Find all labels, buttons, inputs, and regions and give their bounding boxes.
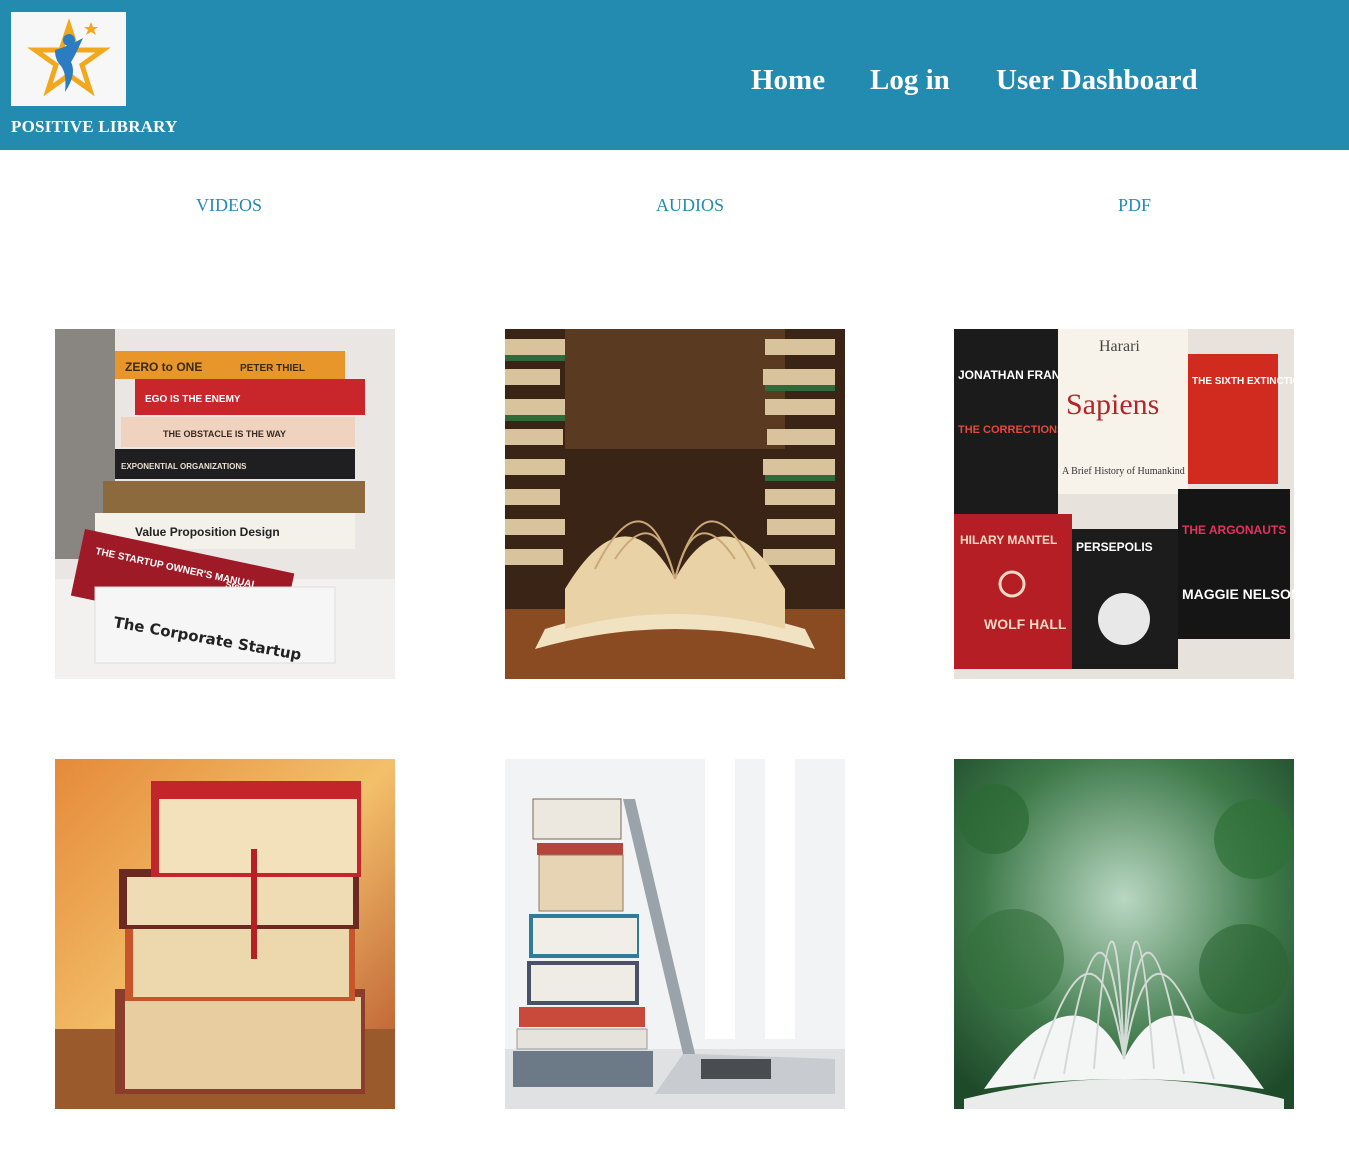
- cover-brief-history: A Brief History of Humankind: [1062, 466, 1185, 477]
- open-book-greenery-image: [954, 759, 1294, 1109]
- nav-login-link[interactable]: Log in: [870, 64, 950, 97]
- category-pdf-link[interactable]: PDF: [1118, 195, 1151, 216]
- nav-home-link[interactable]: Home: [751, 64, 825, 97]
- cover-sapiens: Sapiens: [1066, 388, 1159, 421]
- cover-the-corrections: THE CORRECTIONS: [958, 424, 1064, 436]
- spine-obstacle-is-the-way: THE OBSTACLE IS THE WAY: [163, 429, 286, 439]
- nav-user-dashboard-link[interactable]: User Dashboard: [996, 64, 1198, 97]
- spine-value-proposition-design: Value Proposition Design: [135, 525, 280, 539]
- cover-the-argonauts: THE ARGONAUTS: [1182, 523, 1286, 537]
- cover-persepolis: PERSEPOLIS: [1076, 540, 1153, 554]
- brand-name: POSITIVE LIBRARY: [11, 117, 178, 136]
- spine-peter-thiel: PETER THIEL: [240, 363, 305, 374]
- spine-zero-to-one: ZERO to ONE: [125, 360, 202, 374]
- hardcover-stack-image: [55, 759, 395, 1109]
- cover-wolf-hall: WOLF HALL: [984, 616, 1067, 632]
- category-audios-link[interactable]: AUDIOS: [656, 195, 724, 216]
- category-links: VIDEOS AUDIOS PDF: [0, 195, 1349, 219]
- books-and-laptop-image: [505, 759, 845, 1109]
- book-covers-collage-image: JONATHAN FRANZEN THE CORRECTIONS Harari …: [954, 329, 1294, 679]
- open-book-library-image: [505, 329, 845, 679]
- cover-hilary-mantel: HILARY MANTEL: [960, 533, 1057, 547]
- cover-harari: Harari: [1099, 338, 1140, 355]
- main-nav: Home Log in User Dashboard: [0, 64, 1349, 104]
- spine-ego-is-the-enemy: EGO IS THE ENEMY: [145, 394, 241, 405]
- book-stack-business-image: ZERO to ONE PETER THIEL EGO IS THE ENEMY…: [55, 329, 395, 679]
- spine-exponential-organizations: EXPONENTIAL ORGANIZATIONS: [121, 462, 247, 471]
- category-videos-link[interactable]: VIDEOS: [196, 195, 262, 216]
- cover-maggie-nelson: MAGGIE NELSON: [1182, 586, 1294, 602]
- site-header: POSITIVE LIBRARY Home Log in User Dashbo…: [0, 0, 1349, 150]
- cover-sixth-extinction: THE SIXTH EXTINCTION: [1192, 376, 1294, 387]
